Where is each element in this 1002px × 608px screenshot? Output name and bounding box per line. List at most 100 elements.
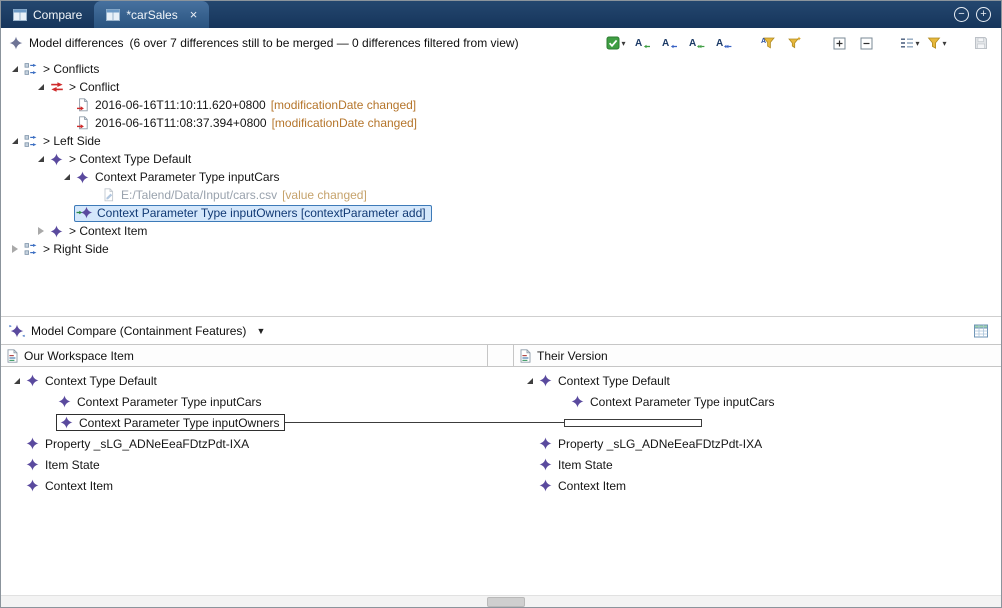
group-by-dropdown-button[interactable]: ▾ <box>898 32 922 54</box>
merge-mode-dropdown-button[interactable]: ▾ <box>604 32 628 54</box>
expander-icon[interactable] <box>59 170 74 185</box>
grid-icon <box>974 324 988 338</box>
expander-icon[interactable] <box>522 373 537 388</box>
compare-row[interactable]: Context Item <box>1 475 488 496</box>
accept-all-changes-button[interactable] <box>685 32 709 54</box>
compare-row[interactable]: Property _sLG_ADNeEeaFDtzPdt-IXA <box>514 433 1001 454</box>
compare-editor-icon <box>13 8 27 22</box>
expand-all-button[interactable] <box>827 32 851 54</box>
expander-icon[interactable] <box>7 242 22 257</box>
date-change-icon <box>74 97 91 113</box>
expander-icon[interactable] <box>7 62 22 77</box>
add-element-icon <box>76 205 93 221</box>
tab-carsales[interactable]: *carSales × <box>94 1 209 28</box>
compare-row[interactable]: Context Item <box>514 475 1001 496</box>
tab-compare[interactable]: Compare <box>1 1 94 28</box>
group-list-icon <box>900 36 914 50</box>
reject-change-button[interactable] <box>658 32 682 54</box>
expander-icon[interactable] <box>33 80 48 95</box>
compare-row[interactable]: Item State <box>1 454 488 475</box>
model-element-icon <box>24 373 41 389</box>
table-view-button[interactable] <box>969 320 993 342</box>
compare-dropdown-caret-icon[interactable]: ▼ <box>256 326 265 336</box>
our-workspace-tree: Context Type Default Context Parameter T… <box>1 370 488 496</box>
compare-row[interactable]: Context Type Default <box>1 370 488 391</box>
model-element-icon <box>56 394 73 410</box>
expander-icon[interactable] <box>33 152 48 167</box>
expander-spacer <box>9 436 24 451</box>
view-controls: − + <box>954 1 1001 28</box>
compare-row[interactable]: Item State <box>514 454 1001 475</box>
tree-row-label: > Context Type Default <box>69 152 191 166</box>
expander-spacer <box>59 116 74 131</box>
model-element-icon <box>48 223 65 239</box>
expander-icon[interactable] <box>7 134 22 149</box>
expander-spacer <box>522 436 537 451</box>
compare-row[interactable]: Context Parameter Type inputCars <box>514 391 1001 412</box>
model-differences-icon <box>9 36 23 50</box>
selected-row-highlight: Context Parameter Type inputOwners [cont… <box>74 205 432 222</box>
quick-filter-button[interactable] <box>756 32 780 54</box>
tree-row-context-type-default[interactable]: > Context Type Default <box>1 150 1001 168</box>
tree-row-label: E:/Talend/Data/Input/cars.csv <box>121 188 277 202</box>
date-change-icon <box>74 115 91 131</box>
accept-change-button[interactable] <box>631 32 655 54</box>
panel-title: Model differences <box>29 36 124 50</box>
maximize-button[interactable]: + <box>976 7 991 22</box>
model-element-icon <box>74 169 91 185</box>
model-element-icon <box>537 478 554 494</box>
tab-label: *carSales <box>126 8 177 22</box>
expander-spacer <box>9 478 24 493</box>
tree-row-conflicts[interactable]: > Conflicts <box>1 60 1001 78</box>
model-element-icon <box>537 436 554 452</box>
check-icon <box>606 36 620 50</box>
tree-row-conflict[interactable]: > Conflict <box>1 78 1001 96</box>
tree-row-context-item[interactable]: > Context Item <box>1 222 1001 240</box>
scrollbar-thumb[interactable] <box>487 597 525 607</box>
reject-all-changes-button[interactable] <box>712 32 736 54</box>
tree-row-input-owners-selected[interactable]: Context Parameter Type inputOwners [cont… <box>1 204 1001 222</box>
save-button[interactable] <box>969 32 993 54</box>
tree-row-cars-csv[interactable]: E:/Talend/Data/Input/cars.csv [value cha… <box>1 186 1001 204</box>
tree-row-right-side[interactable]: > Right Side <box>1 240 1001 258</box>
dropdown-caret-icon: ▾ <box>621 39 625 48</box>
model-compare-title: Model Compare (Containment Features) <box>31 324 246 338</box>
expander-icon[interactable] <box>33 224 48 239</box>
conflict-icon <box>48 79 65 95</box>
compare-row-label: Context Type Default <box>558 374 670 388</box>
minimize-button[interactable]: − <box>954 7 969 22</box>
advanced-filter-button[interactable] <box>783 32 807 54</box>
horizontal-scrollbar[interactable] <box>1 595 1001 607</box>
funnel-a-icon <box>761 36 775 50</box>
center-gutter-header <box>488 345 514 366</box>
expander-spacer <box>59 206 74 221</box>
tree-row-left-side[interactable]: > Left Side <box>1 132 1001 150</box>
tree-row-input-cars[interactable]: Context Parameter Type inputCars <box>1 168 1001 186</box>
expander-spacer <box>41 394 56 409</box>
workspace-item-icon <box>6 349 19 363</box>
tree-row-label: > Conflicts <box>43 62 99 76</box>
compare-row-label: Context Parameter Type inputOwners <box>79 416 280 430</box>
compare-trees: Context Type Default Context Parameter T… <box>1 367 1001 601</box>
reject-change-icon <box>662 36 678 50</box>
expander-spacer <box>522 478 537 493</box>
expander-icon[interactable] <box>9 373 24 388</box>
tree-row-modification-date-2[interactable]: 2016-06-16T11:08:37.394+0800 [modificati… <box>1 114 1001 132</box>
compare-row-selected[interactable]: Context Parameter Type inputOwners <box>1 412 488 433</box>
tree-row-modification-date-1[interactable]: 2016-06-16T11:10:11.620+0800 [modificati… <box>1 96 1001 114</box>
tree-row-label: 2016-06-16T11:08:37.394+0800 <box>95 116 267 130</box>
compare-row[interactable]: Property _sLG_ADNeEeaFDtzPdt-IXA <box>1 433 488 454</box>
compare-editor-icon <box>106 8 120 22</box>
compare-row[interactable]: Context Parameter Type inputCars <box>1 391 488 412</box>
collapse-all-button[interactable] <box>854 32 878 54</box>
accept-change-icon <box>635 36 651 50</box>
compare-row-label: Context Parameter Type inputCars <box>77 395 262 409</box>
tree-row-label: > Right Side <box>43 242 109 256</box>
compare-row[interactable]: Context Type Default <box>514 370 1001 391</box>
tab-close-icon[interactable]: × <box>190 9 198 21</box>
right-column-title: Their Version <box>537 349 608 363</box>
group-icon <box>22 61 39 77</box>
filters-dropdown-button[interactable]: ▾ <box>925 32 949 54</box>
expander-spacer <box>554 394 569 409</box>
dropdown-caret-icon: ▾ <box>915 39 919 48</box>
